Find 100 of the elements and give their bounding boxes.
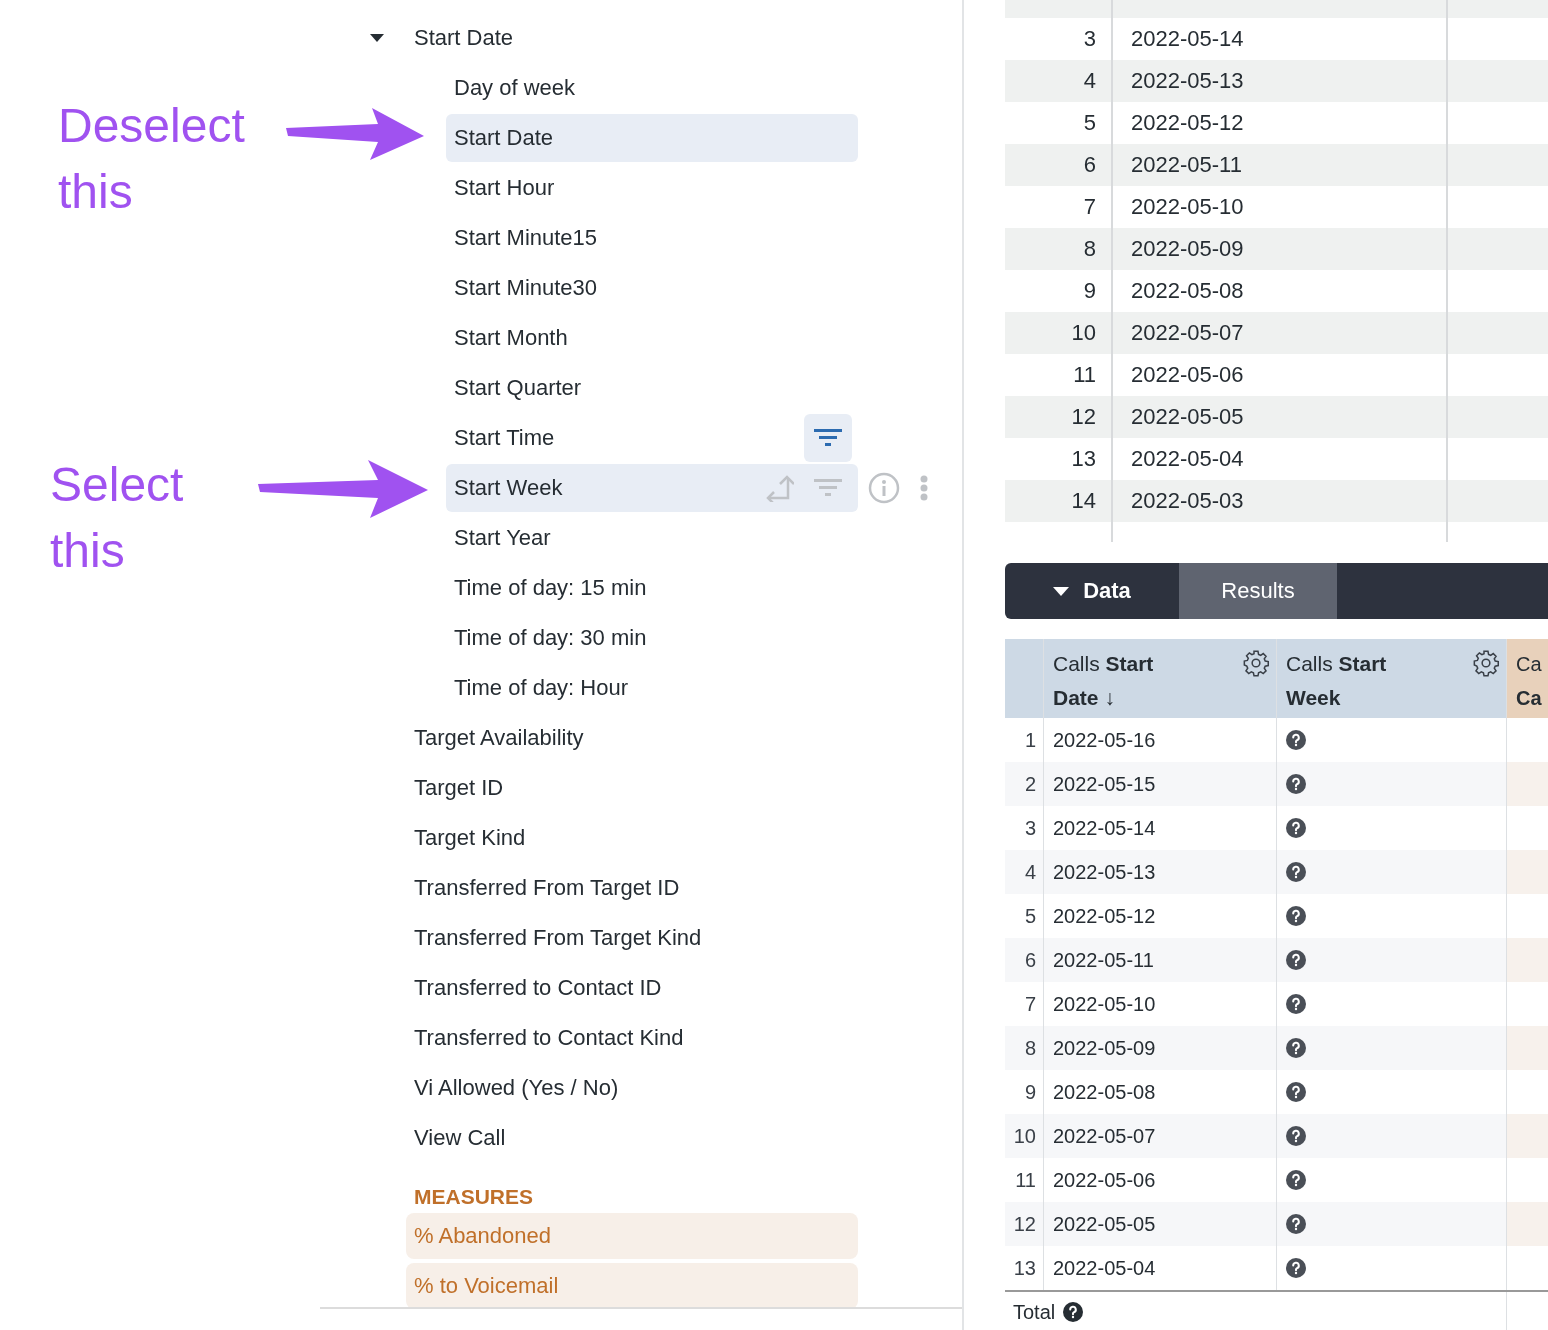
table-cell: 2022-05-11: [1131, 152, 1242, 178]
table-cell: 2022-05-04: [1131, 446, 1244, 472]
filter-icon[interactable]: [814, 428, 842, 448]
table-cell: 2022-05-16: [1053, 728, 1156, 752]
row-number: 6: [1024, 948, 1036, 972]
question-icon: [1063, 1302, 1084, 1322]
table-cell: 2022-05-12: [1053, 904, 1156, 928]
table-cell: 2022-05-10: [1053, 992, 1156, 1016]
question-icon: [1286, 950, 1306, 970]
field-item[interactable]: Time of day: Hour: [446, 664, 858, 712]
table-cell: 2022-05-13: [1053, 860, 1156, 884]
table-cell: 2022-05-07: [1053, 1124, 1156, 1148]
question-icon: [1286, 730, 1306, 750]
row-number: 12: [1070, 404, 1097, 430]
field-item[interactable]: Transferred From Target ID: [414, 875, 680, 901]
annotation-text: Deselect this: [58, 98, 246, 220]
group-label[interactable]: Start Date: [414, 25, 514, 51]
total-label: Total: [1013, 1300, 1056, 1324]
question-icon: [1286, 774, 1306, 794]
row-number: 11: [1015, 1168, 1036, 1192]
row-number: 2: [1024, 772, 1036, 796]
row-number: 13: [1013, 1256, 1036, 1280]
column-header[interactable]: Calls Start Date ↓: [1043, 639, 1276, 718]
row-number: 6: [1082, 152, 1097, 178]
row-number: 9: [1082, 278, 1097, 304]
table-cell: 2022-05-12: [1131, 110, 1244, 136]
table-cell: [1506, 1202, 1548, 1246]
table-cell: 2022-05-09: [1131, 236, 1244, 262]
question-icon: [1286, 818, 1306, 838]
field-item[interactable]: View Call: [414, 1125, 506, 1151]
table-cell: [1506, 1114, 1548, 1158]
table-cell: 2022-05-05: [1053, 1212, 1156, 1236]
field-item[interactable]: Transferred to Contact Kind: [414, 1025, 684, 1051]
field-item[interactable]: Start Month: [446, 314, 858, 362]
row-number: 12: [1013, 1212, 1036, 1236]
question-icon: [1286, 1214, 1306, 1234]
table-cell: 2022-05-08: [1053, 1080, 1156, 1104]
table-cell: [1506, 850, 1548, 894]
row-number: 7: [1082, 194, 1097, 220]
table-cell: 2022-05-14: [1131, 26, 1244, 52]
tab[interactable]: Data: [1005, 563, 1179, 619]
table-cell: 2022-05-05: [1131, 404, 1244, 430]
table-cell: 2022-05-13: [1131, 68, 1244, 94]
row-number: 3: [1024, 816, 1036, 840]
row-number: 8: [1024, 1036, 1036, 1060]
question-icon: [1286, 862, 1306, 882]
table-cell: 2022-05-06: [1131, 362, 1244, 388]
row-number: 9: [1024, 1080, 1036, 1104]
measures-heading: MEASURES: [414, 1184, 534, 1209]
caret-icon: [1053, 586, 1070, 596]
field-item[interactable]: Start Quarter: [446, 364, 858, 412]
gear-icon[interactable]: [1472, 649, 1500, 677]
table-cell: 2022-05-14: [1053, 816, 1156, 840]
field-item[interactable]: Target Availability: [414, 725, 584, 751]
table-cell: 2022-05-07: [1131, 320, 1244, 346]
field-item[interactable]: Target ID: [414, 775, 504, 801]
field-item[interactable]: Vi Allowed (Yes / No): [414, 1075, 619, 1101]
question-icon: [1286, 1258, 1306, 1278]
question-icon: [1286, 1126, 1306, 1146]
field-item[interactable]: Target Kind: [414, 825, 526, 851]
table-cell: 2022-05-09: [1053, 1036, 1156, 1060]
table-cell: [1506, 762, 1548, 806]
caret-icon[interactable]: [370, 34, 384, 42]
table-cell: 2022-05-03: [1131, 488, 1244, 514]
field-item[interactable]: Time of day: 15 min: [446, 564, 858, 612]
field-item[interactable]: Start Time: [446, 414, 858, 462]
table-cell: [1506, 938, 1548, 982]
row-number: 10: [1013, 1124, 1036, 1148]
field-item[interactable]: Start Hour: [446, 164, 858, 212]
gear-icon[interactable]: [1242, 649, 1270, 677]
annotation-text: Select this: [50, 457, 185, 579]
row-number: 10: [1070, 320, 1097, 346]
field-item[interactable]: Start Year: [446, 514, 858, 562]
column-header[interactable]: Ca Ca: [1506, 639, 1548, 718]
table-cell: 2022-05-08: [1131, 278, 1244, 304]
field-item[interactable]: Start Minute15: [446, 214, 858, 262]
tab[interactable]: Results: [1179, 563, 1337, 619]
question-icon: [1286, 994, 1306, 1014]
row-number: 8: [1082, 236, 1097, 262]
filter-button[interactable]: [804, 414, 852, 462]
question-icon: [1286, 906, 1306, 926]
field-item[interactable]: Transferred From Target Kind: [414, 925, 702, 951]
field-item[interactable]: Day of week: [446, 64, 858, 112]
row-number: 14: [1070, 488, 1097, 514]
row-number: 4: [1082, 68, 1097, 94]
row-number: 5: [1024, 904, 1036, 928]
table-cell: 2022-05-10: [1131, 194, 1244, 220]
row-number: 13: [1070, 446, 1097, 472]
field-item[interactable]: Start Minute30: [446, 264, 858, 312]
question-icon: [1286, 1082, 1306, 1102]
field-item[interactable]: Time of day: 30 min: [446, 614, 858, 662]
column-header[interactable]: Calls Start Week: [1276, 639, 1506, 718]
field-item[interactable]: Start Date: [446, 114, 858, 162]
field-item[interactable]: Transferred to Contact ID: [414, 975, 662, 1001]
row-number: 4: [1024, 860, 1036, 884]
row-number: 1: [1024, 728, 1036, 752]
table-cell: 2022-05-04: [1053, 1256, 1156, 1280]
row-number: 11: [1072, 362, 1097, 388]
row-number: 7: [1024, 992, 1036, 1016]
row-number: 5: [1082, 110, 1097, 136]
